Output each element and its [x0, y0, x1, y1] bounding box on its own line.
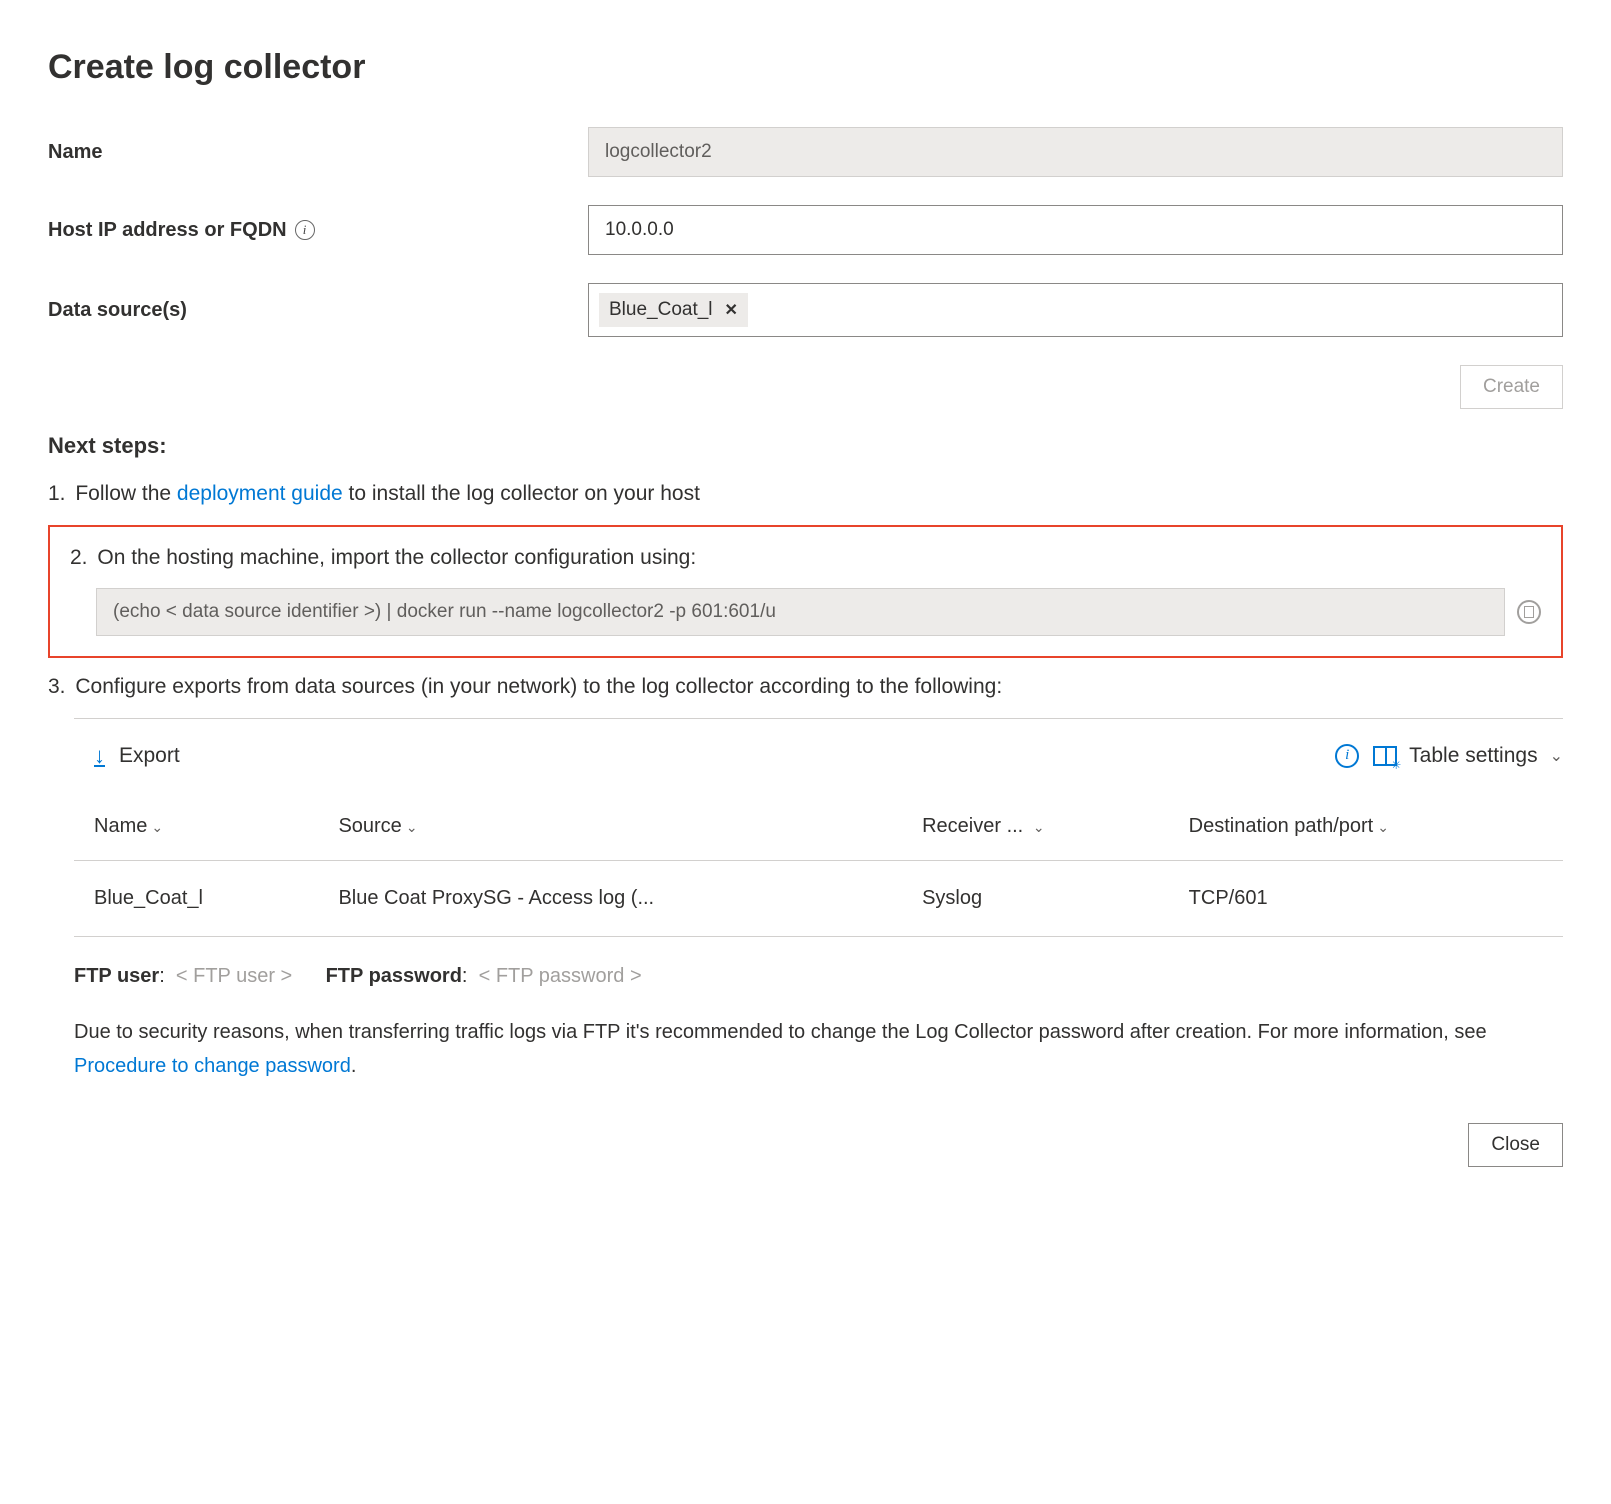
ftp-password-placeholder: < FTP password >: [479, 965, 642, 987]
table-settings-button[interactable]: Table settings ⌄: [1373, 744, 1563, 768]
export-label: Export: [119, 744, 180, 768]
info-icon[interactable]: i: [295, 220, 315, 240]
host-label-text: Host IP address or FQDN: [48, 219, 287, 242]
col-dest[interactable]: Destination path/port⌄: [1169, 793, 1563, 861]
ftp-credentials: FTP user: < FTP user > FTP password: < F…: [74, 959, 1563, 993]
host-label: Host IP address or FQDN i: [48, 219, 588, 242]
step2-text: On the hosting machine, import the colle…: [97, 546, 696, 569]
change-password-link[interactable]: Procedure to change password: [74, 1055, 351, 1077]
table-settings-label: Table settings: [1409, 744, 1537, 768]
chevron-down-icon: ⌄: [151, 819, 163, 835]
page-title: Create log collector: [48, 48, 1563, 87]
name-label: Name: [48, 141, 588, 164]
table-row[interactable]: Blue_Coat_l Blue Coat ProxySG - Access l…: [74, 860, 1563, 936]
ftp-note-post: .: [351, 1055, 357, 1077]
step-1: 1. Follow the deployment guide to instal…: [48, 477, 1563, 511]
create-button[interactable]: Create: [1460, 365, 1563, 409]
ftp-user-label: FTP user: [74, 965, 159, 987]
next-steps-heading: Next steps:: [48, 433, 1563, 459]
info-icon[interactable]: i: [1335, 744, 1359, 768]
chevron-down-icon: ⌄: [1377, 819, 1389, 835]
col-source[interactable]: Source⌄: [318, 793, 902, 861]
step-3: 3. Configure exports from data sources (…: [48, 670, 1563, 704]
close-button[interactable]: Close: [1468, 1123, 1563, 1167]
deployment-guide-link[interactable]: deployment guide: [177, 482, 343, 505]
chevron-down-icon: ⌄: [1033, 819, 1045, 835]
ftp-note: Due to security reasons, when transferri…: [74, 1015, 1563, 1083]
host-input[interactable]: [588, 205, 1563, 255]
cell-dest: TCP/601: [1169, 860, 1563, 936]
cell-name: Blue_Coat_l: [74, 860, 318, 936]
cell-source: Blue Coat ProxySG - Access log (...: [318, 860, 902, 936]
data-sources-input[interactable]: Blue_Coat_l ✕: [588, 283, 1563, 337]
chevron-down-icon: ⌄: [406, 819, 418, 835]
name-input[interactable]: [588, 127, 1563, 177]
ftp-password-label: FTP password: [326, 965, 462, 987]
step-2-highlight: 2. On the hosting machine, import the co…: [48, 525, 1563, 659]
step1-pre: Follow the: [75, 482, 177, 505]
step-2: 2. On the hosting machine, import the co…: [70, 541, 1541, 575]
cell-receiver: Syslog: [902, 860, 1169, 936]
data-source-tag: Blue_Coat_l ✕: [599, 293, 748, 327]
chevron-down-icon: ⌄: [1550, 746, 1563, 766]
step1-post: to install the log collector on your hos…: [343, 482, 700, 505]
command-box[interactable]: (echo < data source identifier >) | dock…: [96, 588, 1505, 636]
data-sources-label: Data source(s): [48, 299, 588, 322]
ftp-user-placeholder: < FTP user >: [176, 965, 292, 987]
col-receiver[interactable]: Receiver ... ⌄: [902, 793, 1169, 861]
copy-icon[interactable]: [1517, 600, 1541, 624]
ftp-note-pre: Due to security reasons, when transferri…: [74, 1021, 1487, 1043]
export-button[interactable]: ↓ Export: [94, 743, 180, 769]
step3-text: Configure exports from data sources (in …: [75, 675, 1002, 698]
data-sources-table: Name⌄ Source⌄ Receiver ... ⌄ Destination…: [74, 793, 1563, 937]
remove-tag-icon[interactable]: ✕: [725, 300, 738, 320]
tag-label: Blue_Coat_l: [609, 299, 713, 321]
download-icon: ↓: [94, 743, 105, 769]
col-name[interactable]: Name⌄: [74, 793, 318, 861]
table-icon: [1373, 746, 1397, 766]
